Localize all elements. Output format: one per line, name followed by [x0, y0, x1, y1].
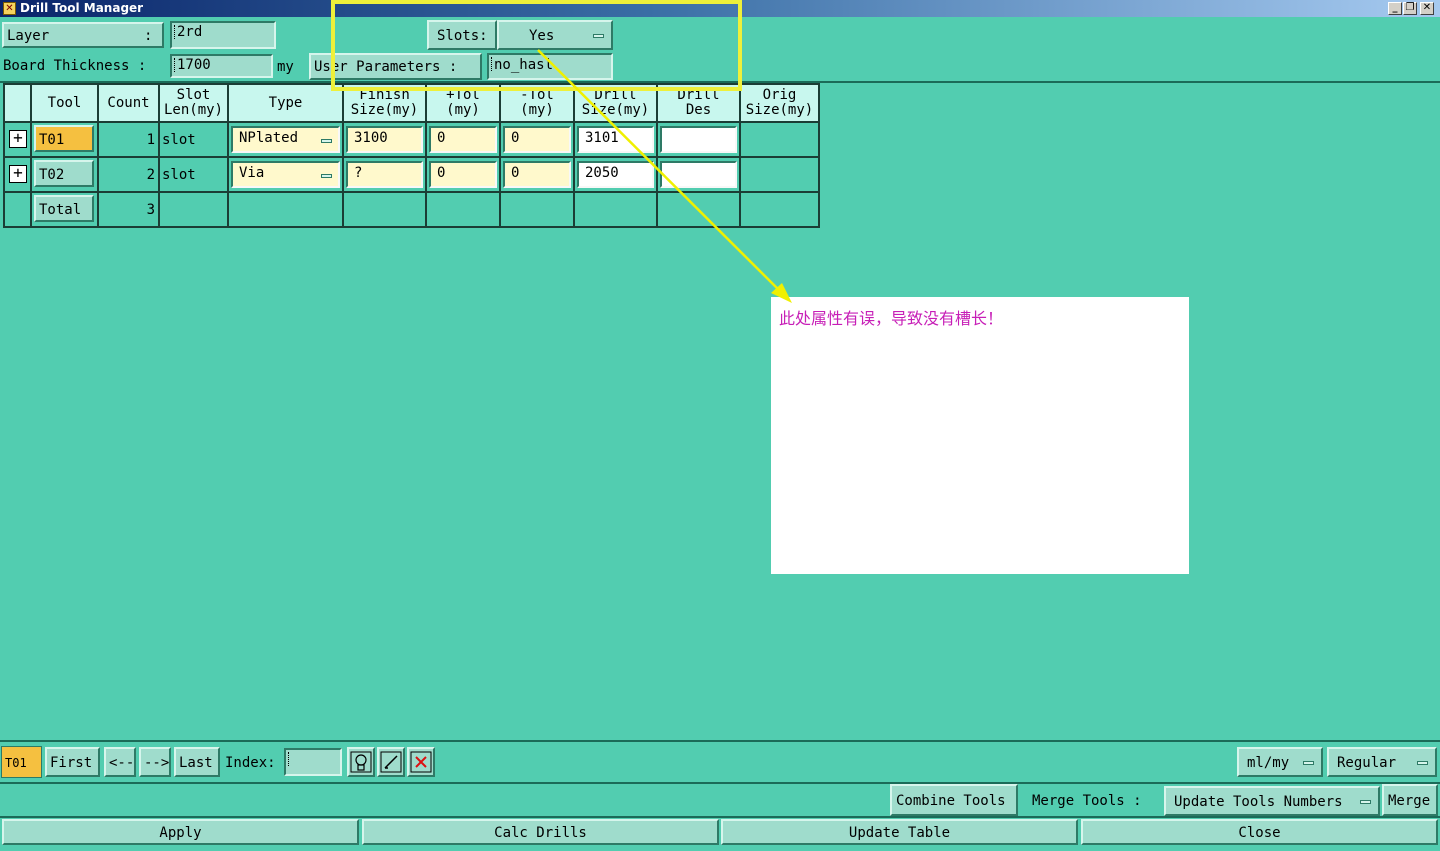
delete-icon	[410, 751, 432, 773]
first-button[interactable]: First	[45, 747, 100, 777]
mode-dropdown[interactable]: Regular	[1327, 747, 1437, 777]
edit-icon	[380, 751, 402, 773]
last-button[interactable]: Last	[174, 747, 220, 777]
prev-button[interactable]: <--	[104, 747, 136, 777]
dropdown-indicator-icon	[1417, 761, 1428, 765]
delete-button[interactable]	[407, 747, 435, 777]
close-button[interactable]: Close	[1081, 819, 1438, 845]
footer-divider	[0, 782, 1440, 784]
combine-tools-button[interactable]: Combine Tools	[890, 784, 1018, 816]
edit-button[interactable]	[377, 747, 405, 777]
apply-button[interactable]: Apply	[2, 819, 359, 845]
bulb-icon	[350, 751, 372, 773]
calc-drills-button[interactable]: Calc Drills	[362, 819, 719, 845]
dropdown-indicator-icon	[1303, 761, 1314, 765]
current-tool-indicator: T01	[1, 746, 42, 778]
text-caret	[288, 752, 290, 766]
update-table-button[interactable]: Update Table	[721, 819, 1078, 845]
index-label: Index:	[225, 755, 276, 771]
index-field[interactable]	[284, 748, 342, 776]
next-button[interactable]: -->	[139, 747, 171, 777]
footer-divider	[0, 816, 1440, 818]
annotation-arrow	[537, 49, 792, 303]
merge-button[interactable]: Merge	[1382, 784, 1438, 816]
dropdown-indicator-icon	[1360, 800, 1371, 804]
units-dropdown[interactable]: ml/my	[1237, 747, 1323, 777]
merge-tools-label: Merge Tools :	[1032, 793, 1142, 809]
footer-divider	[0, 740, 1440, 742]
update-numbers-dropdown[interactable]: Update Tools Numbers	[1164, 786, 1380, 816]
bulb-button[interactable]	[347, 747, 375, 777]
